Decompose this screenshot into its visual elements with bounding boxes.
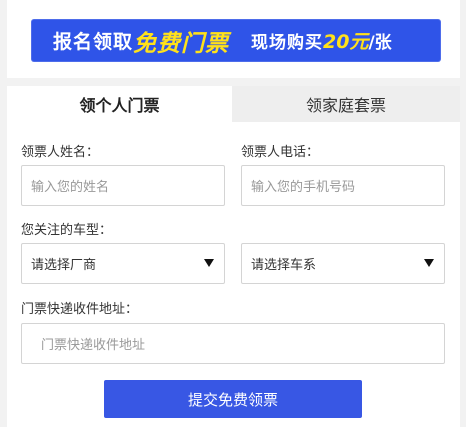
banner-area: 报名领取 免费门票 现场购买 20元 /张 (7, 0, 460, 78)
tab-personal-ticket[interactable]: 领个人门票 (7, 86, 232, 122)
maker-select-value: 请选择厂商 (31, 258, 97, 273)
ticket-tabs: 领个人门票 领家庭套票 (7, 86, 460, 122)
address-input[interactable]: 门票快递收件地址 (21, 323, 445, 364)
ticket-form: 领票人姓名： 输入您的姓名 领票人电话： 输入您的手机号码 您关注的车型： 请选… (7, 122, 460, 427)
series-select-value: 请选择车系 (251, 258, 317, 273)
address-label: 门票快递收件地址： (21, 302, 139, 317)
dropdown-arrow-icon (424, 258, 434, 267)
promo-banner: 报名领取 免费门票 现场购买 20元 /张 (31, 19, 441, 62)
dropdown-arrow-icon (204, 258, 214, 267)
banner-text-register: 报名领取 (53, 31, 134, 53)
maker-select[interactable]: 请选择厂商 (21, 243, 225, 284)
car-model-label: 您关注的车型： (21, 223, 113, 238)
submit-button[interactable]: 提交免费领票 (104, 380, 362, 418)
tab-family-ticket[interactable]: 领家庭套票 (232, 86, 460, 122)
banner-text-price: 20元 (323, 31, 369, 53)
series-select[interactable]: 请选择车系 (241, 243, 445, 284)
banner-text-onsite: 现场购买 (251, 33, 324, 53)
name-label: 领票人姓名： (21, 145, 100, 160)
phone-input[interactable]: 输入您的手机号码 (241, 165, 445, 206)
name-input[interactable]: 输入您的姓名 (21, 165, 225, 206)
phone-label: 领票人电话： (241, 145, 320, 160)
banner-text-free-ticket: 免费门票 (133, 30, 230, 57)
banner-text-per-ticket: /张 (368, 33, 392, 53)
